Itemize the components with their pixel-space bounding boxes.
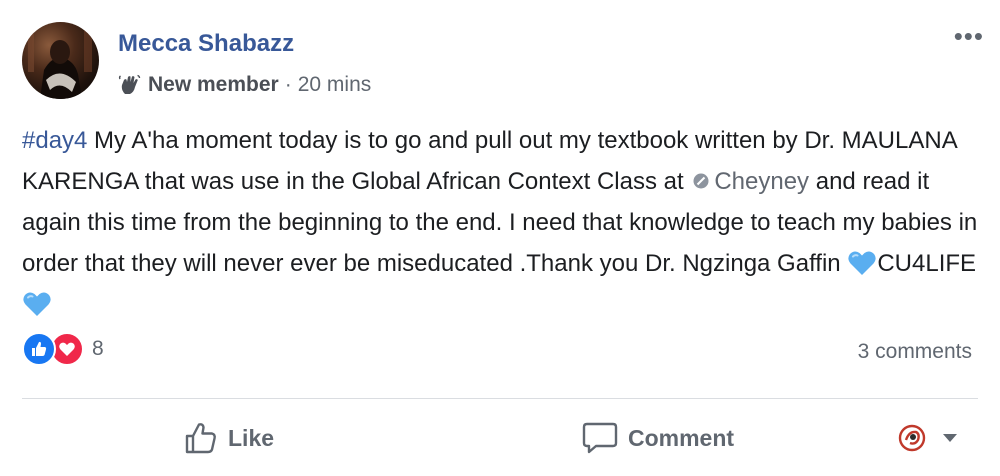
post-body: #day4 My A'ha moment today is to go and … (22, 120, 982, 325)
blue-heart-emoji (22, 289, 52, 316)
like-reaction-icon (22, 332, 56, 366)
profile-selector-button[interactable] (898, 416, 968, 460)
thumbs-up-icon (185, 423, 216, 454)
reaction-count[interactable]: 8 (92, 337, 104, 361)
profile-avatar-icon (898, 424, 926, 452)
more-options-icon[interactable]: ••• (954, 23, 984, 49)
comment-bubble-icon (582, 422, 618, 454)
post-text-part3: CU4LIFE (877, 250, 977, 277)
comment-label: Comment (628, 424, 735, 451)
member-badge[interactable]: New member (148, 73, 279, 97)
verified-place-icon (692, 162, 710, 189)
post-card: Mecca Shabazz New member · 20 mins ••• #… (0, 0, 1000, 476)
mention-link[interactable]: Cheyney (714, 168, 809, 195)
avatar[interactable] (22, 22, 99, 99)
comments-count-link[interactable]: 3 comments (858, 340, 972, 364)
post-meta: New member · 20 mins (118, 73, 371, 97)
waving-hand-icon (118, 73, 142, 97)
author-name[interactable]: Mecca Shabazz (118, 30, 294, 58)
comment-button[interactable]: Comment (582, 416, 734, 460)
post-time[interactable]: 20 mins (298, 73, 372, 97)
reactions-summary[interactable]: 8 (22, 332, 104, 366)
blue-heart-emoji (847, 248, 877, 275)
chevron-down-icon (943, 434, 957, 442)
like-button[interactable]: Like (184, 416, 274, 460)
hashtag-link[interactable]: #day4 (22, 127, 87, 154)
divider (22, 398, 978, 399)
like-label: Like (228, 424, 275, 451)
meta-separator: · (284, 73, 292, 96)
